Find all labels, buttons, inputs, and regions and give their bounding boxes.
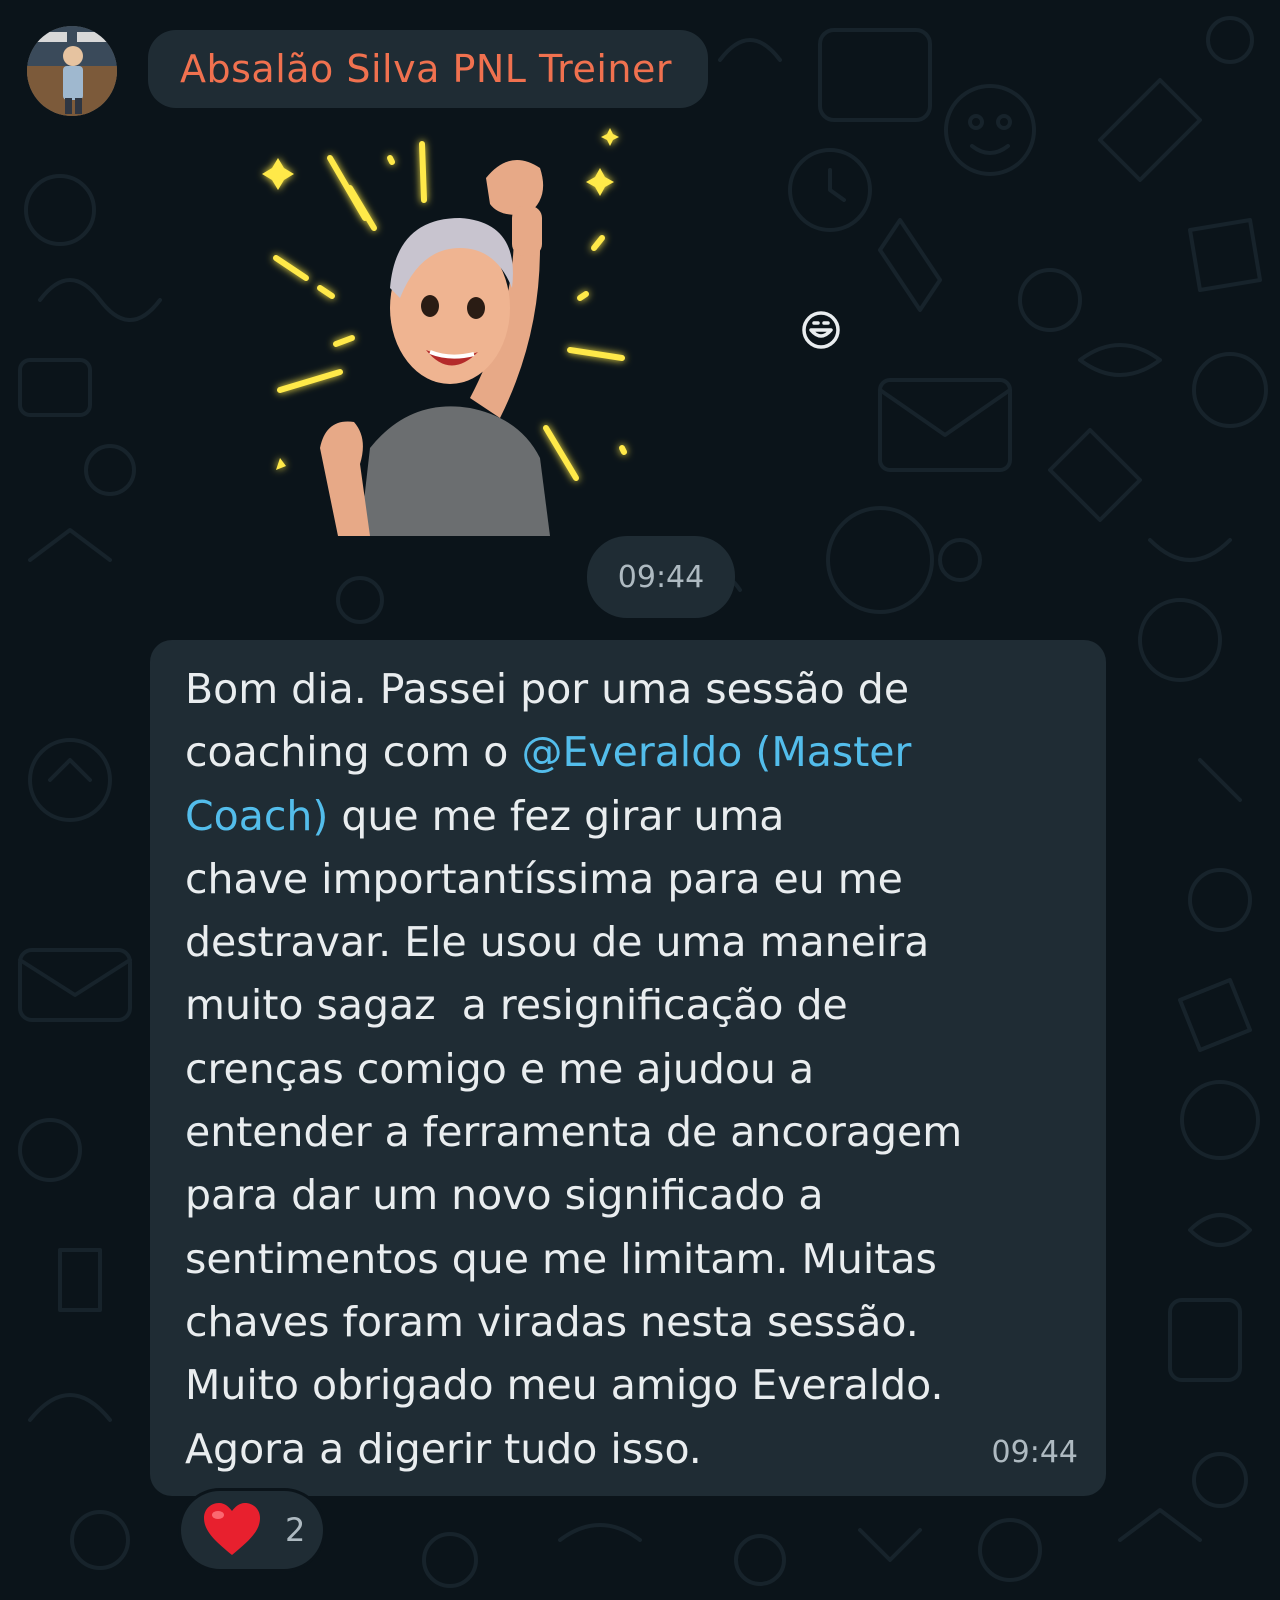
- message-text-segment: Bom dia. Passei por uma sessão de: [185, 665, 910, 713]
- sender-name: Absalão Silva PNL Treiner: [180, 47, 672, 91]
- message-text-segment: destravar. Ele usou de uma maneira: [185, 918, 930, 967]
- message-text: Bom dia. Passei por uma sessão de coachin…: [185, 658, 1076, 1481]
- message-text-segment: que me fez girar uma: [328, 791, 785, 840]
- message-text-segment: muito sagaz a resignificação de: [185, 981, 848, 1030]
- sender-avatar[interactable]: [27, 26, 117, 116]
- message-text-segment: Muito obrigado meu amigo Everaldo.: [185, 1361, 944, 1410]
- add-reaction-button[interactable]: [797, 306, 845, 354]
- reaction-summary[interactable]: 2: [178, 1488, 326, 1572]
- message-line: Bom dia. Passei por uma sessão de: [185, 658, 1076, 721]
- message-line: destravar. Ele usou de uma maneira: [185, 911, 1076, 974]
- message-text-segment: Agora a digerir tudo isso.: [185, 1424, 702, 1473]
- mention-link[interactable]: @Everaldo (Master: [521, 728, 911, 776]
- message-timestamp: 09:44: [991, 1435, 1078, 1470]
- message-line: coaching com o @Everaldo (Master: [185, 721, 1076, 784]
- mention-link[interactable]: Coach): [185, 792, 328, 840]
- avatar-photo-icon: [27, 26, 117, 116]
- message-line: entender a ferramenta de ancoragem: [185, 1101, 1076, 1164]
- message-bubble[interactable]: Bom dia. Passei por uma sessão de coachin…: [150, 640, 1106, 1496]
- message-line: Coach) que me fez girar uma: [185, 785, 1076, 848]
- message-line: muito sagaz a resignificação de: [185, 974, 1076, 1037]
- message-line: sentimentos que me limitam. Muitas: [185, 1228, 1076, 1291]
- message-text-segment: sentimentos que me limitam. Muitas: [185, 1234, 937, 1283]
- sticker-timestamp: 09:44: [587, 536, 735, 618]
- message-text-segment: coaching com o: [185, 728, 522, 777]
- message-line: para dar um novo significado a: [185, 1164, 1076, 1227]
- message-text-segment: para dar um novo significado a: [185, 1171, 824, 1220]
- avatar-sticker[interactable]: [250, 118, 650, 536]
- message-line: Muito obrigado meu amigo Everaldo.: [185, 1354, 1076, 1417]
- message-line: crenças comigo e me ajudou a: [185, 1038, 1076, 1101]
- sender-name-pill[interactable]: Absalão Silva PNL Treiner: [148, 30, 708, 108]
- message-line: chave importantíssima para eu me: [185, 848, 1076, 911]
- message-line: chaves foram viradas nesta sessão.: [185, 1291, 1076, 1354]
- message-text-segment: entender a ferramenta de ancoragem: [185, 1108, 963, 1157]
- cheering-avatar-sticker-icon: [262, 128, 627, 536]
- message-text-segment: chave importantíssima para eu me: [185, 854, 903, 903]
- reaction-count: 2: [285, 1511, 306, 1549]
- message-line: Agora a digerir tudo isso.: [185, 1418, 1076, 1481]
- smiley-reaction-icon: [802, 311, 840, 349]
- message-text-segment: crenças comigo e me ajudou a: [185, 1044, 815, 1093]
- heart-icon: [204, 1503, 260, 1555]
- message-text-segment: chaves foram viradas nesta sessão.: [185, 1297, 919, 1346]
